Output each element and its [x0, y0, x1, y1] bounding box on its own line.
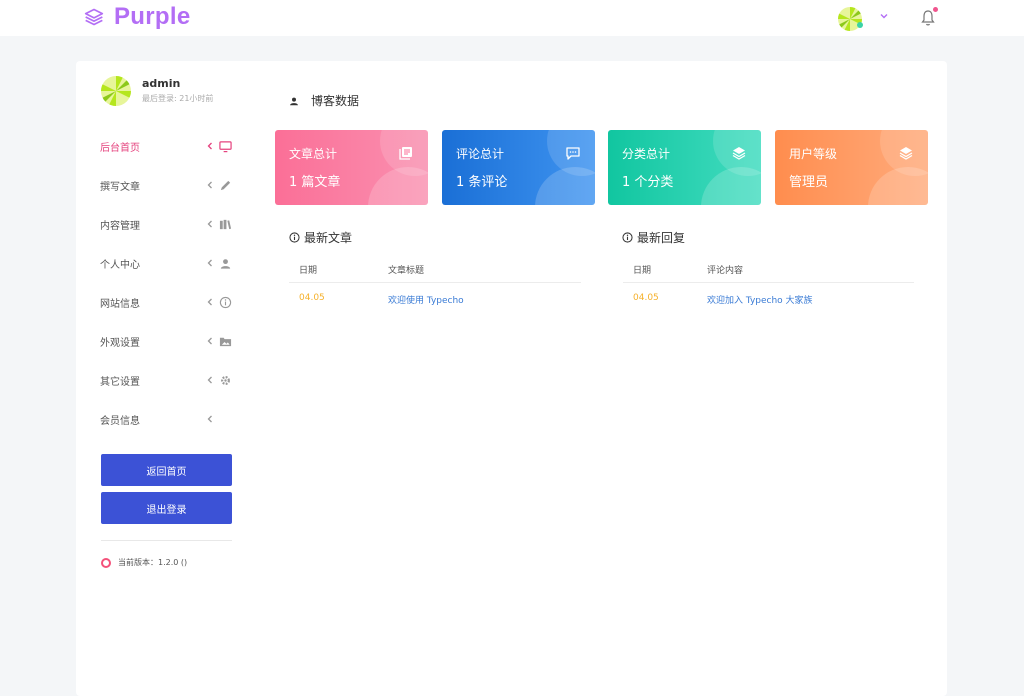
post-date: 04.05 [299, 293, 325, 303]
stat-card-value: 1 条评论 [456, 175, 508, 190]
recent-comments-header: 最新回复 [622, 229, 685, 246]
recent-posts-header: 最新文章 [289, 229, 352, 246]
stat-card-title: 分类总计 [622, 147, 671, 161]
sidebar-item-other-settings[interactable]: 其它设置 [100, 361, 234, 400]
stat-card-title: 用户等级 [789, 147, 838, 161]
sidebar-item-members[interactable]: 会员信息 [100, 400, 234, 439]
user-icon [220, 259, 231, 269]
stat-card-title: 评论总计 [456, 147, 505, 161]
avatar-pattern-icon [101, 76, 131, 106]
brand-name: Purple [114, 3, 191, 30]
chevron-down-icon[interactable] [878, 10, 890, 22]
recent-comments-title: 最新回复 [637, 231, 686, 245]
column-header-date: 日期 [633, 266, 652, 276]
layers-icon [899, 147, 913, 160]
back-home-button[interactable]: 返回首页 [101, 454, 232, 486]
book-icon [219, 219, 232, 230]
stat-card-articles[interactable]: 文章总计 1 篇文章 [275, 130, 428, 205]
sidebar-item-content[interactable]: 内容管理 [100, 205, 234, 244]
top-bar: Purple [0, 0, 1024, 36]
monitor-icon [219, 141, 232, 153]
info-icon [622, 232, 633, 243]
user-icon [290, 97, 298, 105]
page-title: 博客数据 [311, 94, 360, 108]
logout-button[interactable]: 退出登录 [101, 492, 232, 524]
table-row: 04.05 欢迎加入 Typecho 大家族 [623, 283, 914, 313]
sidebar-divider [101, 540, 232, 541]
table-row: 04.05 欢迎使用 Typecho [289, 283, 581, 313]
recent-posts-table: 日期 文章标题 04.05 欢迎使用 Typecho [289, 253, 581, 313]
stat-card-user-level[interactable]: 用户等级 管理员 [775, 130, 928, 205]
chevron-left-icon [207, 298, 212, 306]
version-text: 当前版本：1.2.0 () [118, 558, 188, 567]
chevron-left-icon [207, 259, 212, 267]
folder-image-icon [219, 337, 232, 347]
main-panel: admin 最后登录: 21小时前 后台首页 撰写文章 内容管理 个人中心 网站… [76, 61, 947, 696]
sidebar-nav: 后台首页 撰写文章 内容管理 个人中心 网站信息 外观设置 其它设置 会员信息 [100, 127, 234, 439]
comment-content-link[interactable]: 欢迎加入 Typecho 大家族 [707, 293, 813, 306]
notification-dot [933, 7, 938, 12]
recent-posts-title: 最新文章 [304, 231, 353, 245]
stat-card-value: 管理员 [789, 175, 829, 190]
section-header: 博客数据 [289, 92, 359, 109]
chevron-left-icon [207, 142, 212, 150]
comment-date: 04.05 [633, 293, 659, 303]
chevron-left-icon [207, 415, 212, 423]
sidebar-item-write[interactable]: 撰写文章 [100, 166, 234, 205]
chevron-left-icon [207, 220, 212, 228]
profile-name: admin [142, 77, 181, 90]
column-header-title: 文章标题 [388, 266, 425, 276]
stat-card-categories[interactable]: 分类总计 1 个分类 [608, 130, 761, 205]
chevron-left-icon [207, 181, 212, 189]
last-login-text: 最后登录: 21小时前 [142, 94, 214, 103]
chevron-left-icon [207, 337, 212, 345]
sidebar-item-site-info[interactable]: 网站信息 [100, 283, 234, 322]
pencil-icon [220, 180, 231, 191]
online-status-dot [857, 22, 863, 28]
layers-icon [732, 147, 746, 160]
table-header: 日期 评论内容 [623, 253, 914, 283]
column-header-content: 评论内容 [707, 266, 744, 276]
profile-avatar[interactable] [101, 76, 131, 106]
layers-logo-icon [84, 8, 104, 26]
stat-card-title: 文章总计 [289, 147, 338, 161]
gear-icon [221, 376, 230, 385]
sidebar-item-appearance[interactable]: 外观设置 [100, 322, 234, 361]
recent-comments-table: 日期 评论内容 04.05 欢迎加入 Typecho 大家族 [623, 253, 914, 313]
stat-card-comments[interactable]: 评论总计 1 条评论 [442, 130, 595, 205]
brand[interactable]: Purple [84, 3, 190, 31]
version-ring-icon [101, 558, 111, 568]
table-header: 日期 文章标题 [289, 253, 581, 283]
info-icon [219, 296, 232, 309]
sidebar-item-profile[interactable]: 个人中心 [100, 244, 234, 283]
sidebar-item-dashboard[interactable]: 后台首页 [100, 127, 234, 166]
stat-card-value: 1 个分类 [622, 175, 674, 190]
info-icon [289, 232, 300, 243]
articles-icon [399, 147, 412, 160]
chevron-left-icon [207, 376, 212, 384]
comment-icon [566, 147, 580, 160]
column-header-date: 日期 [299, 266, 318, 276]
stat-card-value: 1 篇文章 [289, 175, 341, 190]
post-title-link[interactable]: 欢迎使用 Typecho [388, 293, 464, 306]
